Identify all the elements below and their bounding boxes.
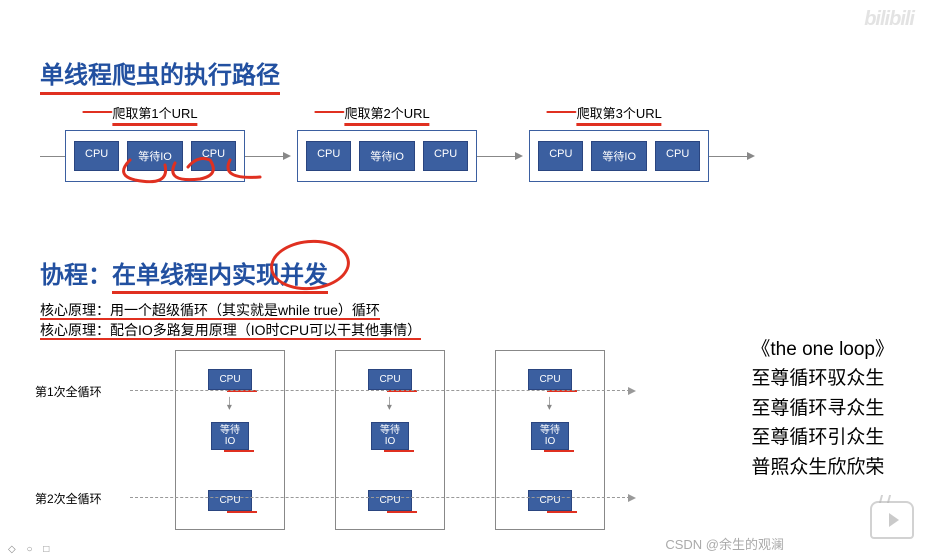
title-prefix: 协程： [40, 262, 112, 289]
cpu-cell: CPU [191, 141, 236, 171]
loop-column: CPU │▾ 等待IO CPU [495, 350, 605, 530]
loop-arrow-1 [130, 390, 630, 391]
io-wait-cell: 等待IO [531, 422, 569, 450]
url-block-3: 爬取第3个URL CPU 等待IO CPU [529, 130, 709, 182]
cpu-cell: CPU [368, 490, 411, 511]
heading-single-thread: 单线程爬虫的执行路径 [40, 55, 280, 95]
block-label: 爬取第2个URL [345, 103, 430, 126]
cpu-cell: CPU [528, 369, 571, 390]
single-thread-flow: 爬取第1个URL CPU 等待IO CPU 爬取第2个URL CPU 等待IO … [40, 130, 914, 182]
loop-label-1: 第1次全循环 [35, 383, 102, 400]
io-wait-cell: 等待IO [371, 422, 409, 450]
cpu-cell: CPU [368, 369, 411, 390]
poem-line: 至尊循环引众生 [751, 423, 894, 452]
loop-label-2: 第2次全循环 [35, 490, 102, 507]
cpu-cell: CPU [423, 141, 468, 171]
bilibili-watermark: bilibili [864, 8, 914, 31]
arrow-down-icon: │▾ [387, 402, 393, 410]
cpu-cell: CPU [74, 141, 119, 171]
bottom-toolbar: ◇ ○ □ [8, 544, 53, 555]
principle-text: 配合IO多路复用原理（IO时CPU可以干其他事情） [110, 322, 421, 340]
block-label: 爬取第3个URL [577, 103, 662, 126]
poem-title: 《the one loop》 [751, 335, 894, 364]
block-label: 爬取第1个URL [112, 103, 197, 126]
poem-line: 至尊循环寻众生 [751, 394, 894, 423]
arrow-down-icon: │▾ [227, 402, 233, 410]
principle-label: 核心原理： [40, 302, 110, 320]
io-wait-cell: 等待IO [591, 141, 647, 171]
cpu-cell: CPU [655, 141, 700, 171]
poem-line: 普照众生欣欣荣 [751, 453, 894, 482]
cpu-cell: CPU [306, 141, 351, 171]
url-block-1: 爬取第1个URL CPU 等待IO CPU [65, 130, 245, 182]
cpu-cell: CPU [208, 369, 251, 390]
cpu-cell: CPU [528, 490, 571, 511]
io-wait-cell: 等待IO [211, 422, 249, 450]
loop-column: CPU │▾ 等待IO CPU [335, 350, 445, 530]
principle-label: 核心原理： [40, 322, 110, 340]
poem-block: 《the one loop》 至尊循环驭众生 至尊循环寻众生 至尊循环引众生 普… [751, 335, 894, 482]
url-block-2: 爬取第2个URL CPU 等待IO CPU [297, 130, 477, 182]
io-wait-cell: 等待IO [359, 141, 415, 171]
loop-column: CPU │▾ 等待IO CPU [175, 350, 285, 530]
play-icon[interactable] [870, 501, 914, 539]
loop-arrow-2 [130, 497, 630, 498]
cpu-cell: CPU [538, 141, 583, 171]
arrow-down-icon: │▾ [547, 402, 553, 410]
principle-2: 核心原理：配合IO多路复用原理（IO时CPU可以干其他事情） [40, 320, 421, 340]
principle-text: 用一个超级循环（其实就是while true）循环 [110, 302, 380, 320]
cpu-cell: CPU [208, 490, 251, 511]
poem-line: 至尊循环驭众生 [751, 364, 894, 393]
io-wait-cell: 等待IO [127, 141, 183, 171]
csdn-watermark: CSDN @余生的观澜 [665, 534, 784, 553]
principle-1: 核心原理：用一个超级循环（其实就是while true）循环 [40, 300, 380, 320]
